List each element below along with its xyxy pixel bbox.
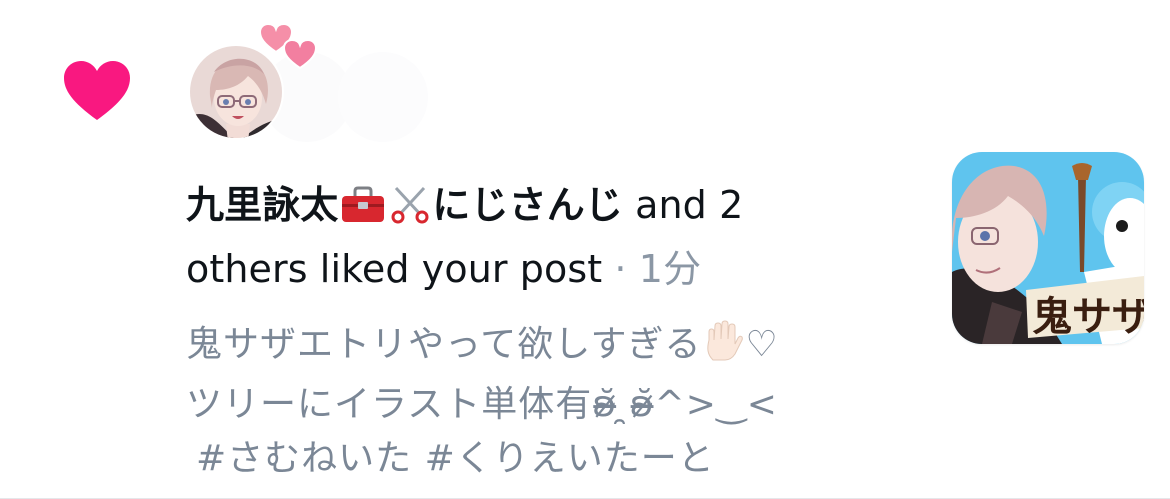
- avatar-stack: [188, 22, 458, 144]
- thumbnail-illustration: 鬼サザ: [952, 152, 1144, 344]
- post-line: 鬼サザエトリやって欲しすぎる ♡: [186, 318, 866, 378]
- timestamp: 1分: [638, 247, 702, 291]
- avatar-placeholder: [338, 52, 428, 142]
- like-notification[interactable]: 九里詠太 にじさんじ and 2 others liked your post …: [0, 0, 1170, 499]
- white-heart-emoji-icon: ♡: [745, 324, 779, 365]
- user-name-suffix[interactable]: にじさんじ: [432, 183, 623, 227]
- post-hashtags: #さむねいた #くりえいたーと: [196, 438, 715, 479]
- post-line: ツリーにイラスト単体有ʚ̴̶̷̆ ̯ʚ̴̶̷̆^>‿<: [186, 384, 778, 425]
- scissors-emoji-icon: [390, 182, 430, 240]
- toolbox-emoji-icon: [340, 182, 386, 240]
- floating-hearts-icon: [258, 22, 318, 70]
- post-image-thumbnail[interactable]: 鬼サザ: [952, 152, 1144, 344]
- raised-hand-emoji-icon: [701, 320, 745, 378]
- post-preview[interactable]: 鬼サザエトリやって欲しすぎる ♡ ツリーにイラスト単体有ʚ̴̶̷̆ ̯ʚ̴̶̷̆…: [186, 318, 866, 486]
- user-name[interactable]: 九里詠太: [186, 183, 338, 227]
- notification-content: 九里詠太 にじさんじ and 2 others liked your post …: [186, 176, 866, 486]
- notification-headline: 九里詠太 にじさんじ and 2 others liked your post …: [186, 176, 866, 298]
- heart-icon: [64, 61, 130, 120]
- post-line-text: 鬼サザエトリやって欲しすぎる: [186, 324, 702, 365]
- separator-dot: ·: [602, 247, 639, 291]
- thumbnail-caption: 鬼サザ: [1032, 294, 1144, 340]
